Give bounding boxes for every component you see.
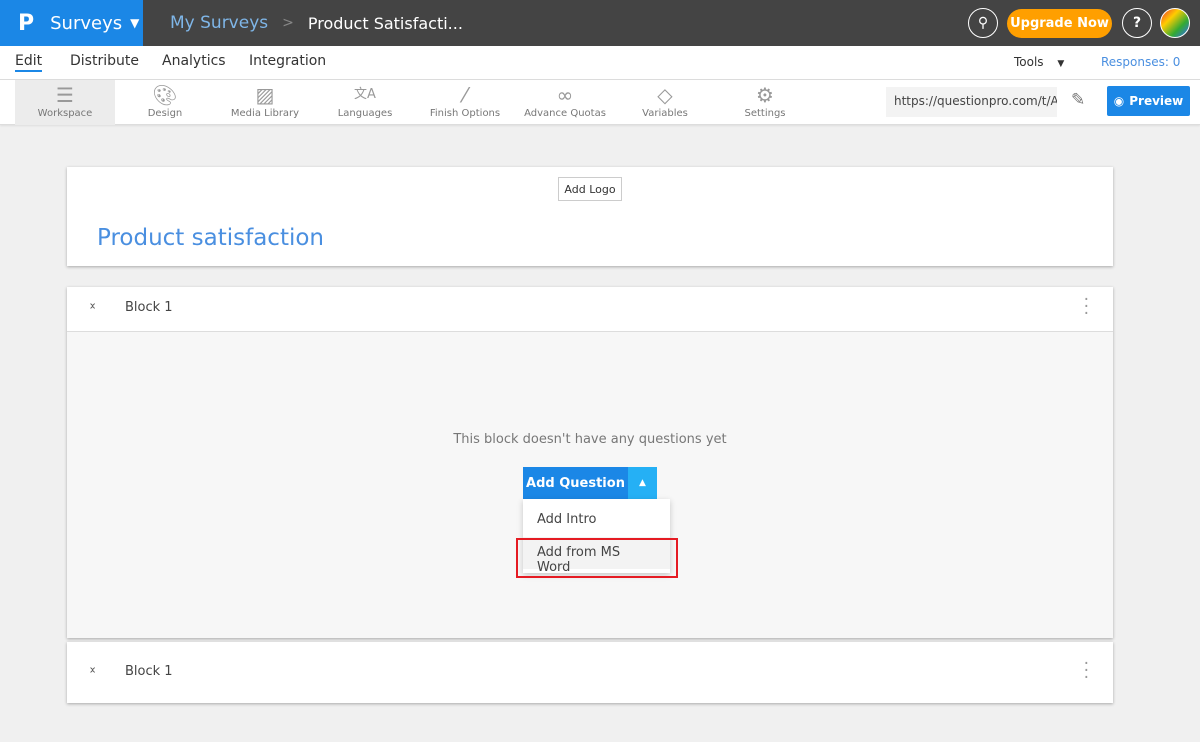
tab-integration[interactable]: Integration <box>249 53 326 69</box>
surveys-menu[interactable]: P Surveys ▼ <box>0 0 143 46</box>
toolbar-label: Design <box>147 108 183 119</box>
chevron-right-icon: > <box>282 15 294 31</box>
breadcrumb-my-surveys[interactable]: My Surveys <box>170 13 268 33</box>
tab-analytics[interactable]: Analytics <box>162 53 226 69</box>
nav-tabs: Edit Distribute Analytics Integration To… <box>0 46 1200 80</box>
block-card: ⌄ ⌃ Block 1 · · · <box>67 642 1113 703</box>
responses-link[interactable]: Responses: 0 <box>1101 55 1180 69</box>
toolbar-workspace[interactable]: ☰ Workspace <box>15 80 115 125</box>
more-options-icon[interactable]: · · · <box>1084 656 1089 687</box>
app-name: Surveys <box>50 12 123 34</box>
caret-down-icon: ▼ <box>1057 59 1065 69</box>
caret-up-icon[interactable]: ▲ <box>628 467 657 499</box>
highlight-box <box>516 538 678 578</box>
tab-edit[interactable]: Edit <box>15 53 43 72</box>
collapse-icon[interactable]: ⌄ ⌃ <box>88 297 97 316</box>
block-header: ⌄ ⌃ Block 1 · · · <box>67 287 1113 331</box>
avatar[interactable] <box>1160 8 1190 38</box>
tag-icon: ◇ <box>657 83 673 107</box>
menu-item-add-intro[interactable]: Add Intro <box>523 504 670 536</box>
block-title[interactable]: Block 1 <box>125 664 173 679</box>
toolbar-label: Advance Quotas <box>524 108 606 119</box>
gear-icon: ⚙ <box>756 83 774 107</box>
more-options-icon[interactable]: · · · <box>1084 292 1089 323</box>
block-title[interactable]: Block 1 <box>125 300 173 315</box>
toolbar-label: Media Library <box>230 108 300 119</box>
toolbar-media-library[interactable]: ▨ Media Library <box>215 80 315 125</box>
translate-icon: 文A <box>354 87 376 102</box>
toolbar-design[interactable]: 🎨︎ Design <box>115 80 215 125</box>
toolbar: ☰ Workspace 🎨︎ Design ▨ Media Library 文A Lan… <box>0 80 1200 125</box>
toolbar-advance-quotas[interactable]: ∞ Advance Quotas <box>515 80 615 125</box>
magic-wand-icon: ⁄ <box>463 83 467 107</box>
toolbar-label: Languages <box>337 108 393 119</box>
block-body: This block doesn't have any questions ye… <box>67 331 1113 638</box>
tools-dropdown[interactable]: Tools ▼ <box>1014 55 1064 69</box>
list-icon: ☰ <box>56 83 74 107</box>
toolbar-variables[interactable]: ◇ Variables <box>615 80 715 125</box>
add-question-button[interactable]: Add Question <box>523 467 628 499</box>
toolbar-label: Finish Options <box>429 108 501 119</box>
toolbar-label: Variables <box>642 108 688 119</box>
eye-icon: ◉ <box>1113 94 1125 108</box>
breadcrumb: My Surveys > Product Satisfacti... <box>170 0 463 46</box>
collapse-icon[interactable]: ⌄ ⌃ <box>88 661 97 680</box>
help-icon[interactable]: ? <box>1122 8 1152 38</box>
toolbar-label: Workspace <box>37 108 93 119</box>
link-icon: ∞ <box>556 83 574 107</box>
image-icon: ▨ <box>255 83 275 107</box>
palette-icon: 🎨︎ <box>152 83 178 107</box>
logo: P <box>18 10 35 36</box>
pencil-icon[interactable]: ✎ <box>1071 90 1085 110</box>
toolbar-settings[interactable]: ⚙ Settings <box>715 80 815 125</box>
caret-down-icon: ▼ <box>130 16 140 30</box>
toolbar-finish-options[interactable]: ⁄ Finish Options <box>415 80 515 125</box>
preview-label: Preview <box>1129 94 1184 108</box>
toolbar-label: Settings <box>744 108 786 119</box>
empty-block-message: This block doesn't have any questions ye… <box>453 432 727 447</box>
block-header: ⌄ ⌃ Block 1 · · · <box>67 651 1113 695</box>
survey-url-field[interactable]: https://questionpro.com/t/A <box>886 87 1057 117</box>
add-logo-button[interactable]: Add Logo <box>558 177 622 201</box>
survey-title[interactable]: Product satisfaction <box>97 225 324 251</box>
block-card: ⌄ ⌃ Block 1 · · · This block doesn't have a… <box>67 287 1113 638</box>
tab-distribute[interactable]: Distribute <box>70 53 139 69</box>
upgrade-button[interactable]: Upgrade Now <box>1007 9 1112 38</box>
preview-button[interactable]: ◉ Preview <box>1107 86 1190 116</box>
search-icon[interactable]: ⚲ <box>968 8 998 38</box>
tools-label: Tools <box>1014 55 1044 69</box>
toolbar-languages[interactable]: 文A Languages <box>315 80 415 125</box>
breadcrumb-current: Product Satisfacti... <box>307 13 463 33</box>
